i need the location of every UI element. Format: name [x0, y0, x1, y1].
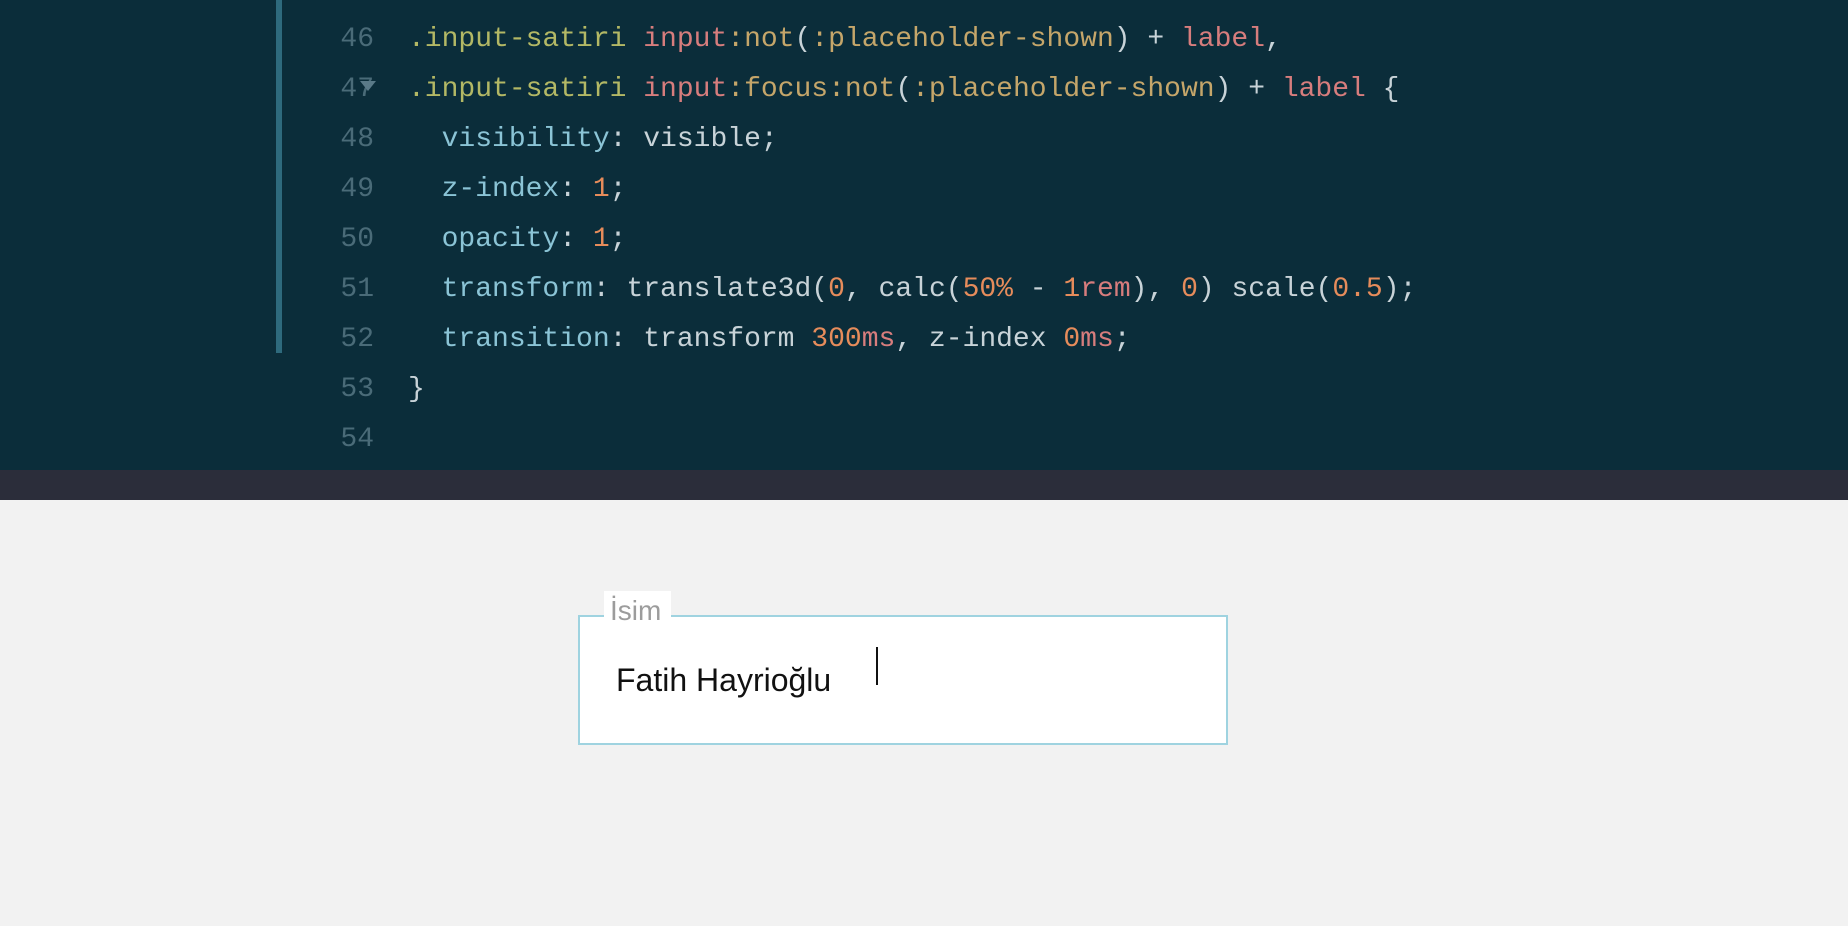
line-number: 45: [0, 0, 374, 15]
code-line[interactable]: z-index: 1;: [408, 165, 1848, 215]
code-line[interactable]: }: [408, 365, 1848, 415]
line-number: 50: [0, 215, 374, 265]
fold-chevron-icon[interactable]: [360, 81, 376, 91]
line-number: 46: [0, 15, 374, 65]
code-line[interactable]: transform: translate3d(0, calc(50% - 1re…: [408, 265, 1848, 315]
code-line[interactable]: opacity: 1;: [408, 215, 1848, 265]
line-number: 47: [0, 65, 374, 115]
name-input[interactable]: [578, 615, 1228, 745]
line-number: 54: [0, 415, 374, 465]
input-satiri: İsim: [578, 615, 1228, 745]
line-number: 48: [0, 115, 374, 165]
line-number: 49: [0, 165, 374, 215]
line-number: 52: [0, 315, 374, 365]
code-line[interactable]: visibility: visible;: [408, 115, 1848, 165]
line-number: 51: [0, 265, 374, 315]
code-line[interactable]: .input-satiri input:focus:not(:placehold…: [408, 65, 1848, 115]
code-line[interactable]: [408, 415, 1848, 465]
code-line[interactable]: [408, 0, 1848, 15]
line-number-gutter: 45464748495051525354: [0, 0, 392, 465]
pane-divider[interactable]: [0, 470, 1848, 500]
text-caret: [876, 647, 878, 685]
line-number: 53: [0, 365, 374, 415]
code-line[interactable]: transition: transform 300ms, z-index 0ms…: [408, 315, 1848, 365]
code-line[interactable]: .input-satiri input:not(:placeholder-sho…: [408, 15, 1848, 65]
code-content[interactable]: .input-satiri input:not(:placeholder-sho…: [408, 0, 1848, 465]
floating-label: İsim: [604, 591, 671, 631]
result-preview-pane: İsim: [0, 500, 1848, 926]
code-editor[interactable]: 45464748495051525354 .input-satiri input…: [0, 0, 1848, 470]
